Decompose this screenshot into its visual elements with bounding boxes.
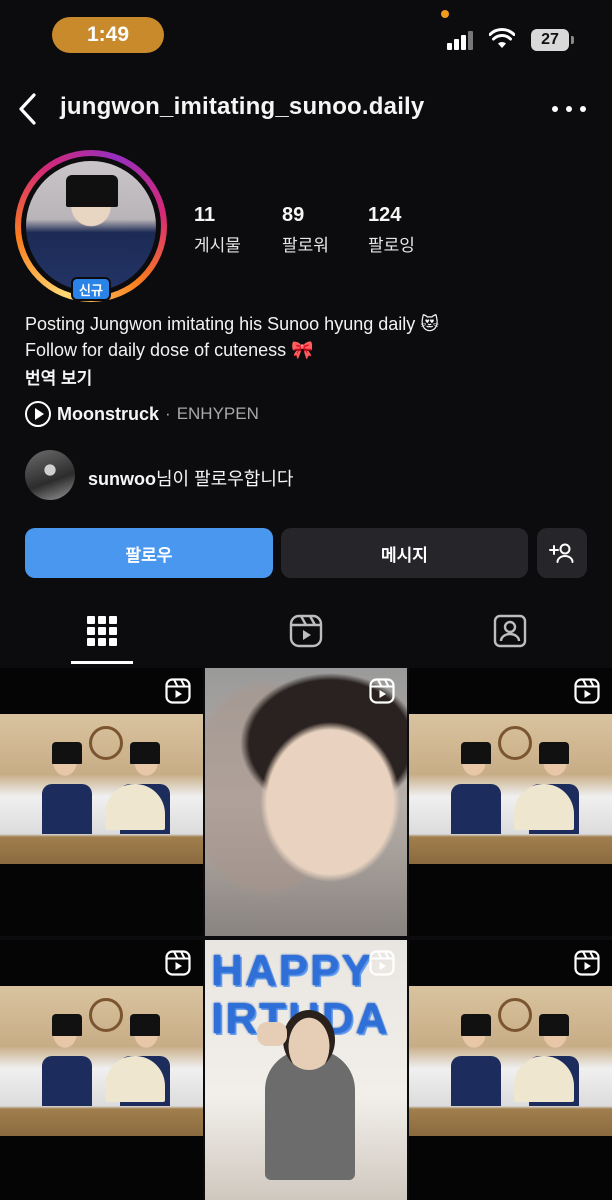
tab-grid[interactable] bbox=[72, 605, 132, 657]
followed-by-suffix: 님이 팔로우합니다 bbox=[156, 469, 294, 489]
tab-reels[interactable] bbox=[276, 605, 336, 657]
reel-icon bbox=[369, 678, 395, 704]
back-arrow-icon[interactable] bbox=[10, 90, 44, 128]
battery-tip bbox=[571, 36, 574, 44]
following-count[interactable]: 124 팔로잉 bbox=[368, 204, 415, 256]
tab-tagged[interactable] bbox=[480, 605, 540, 657]
suggested-accounts-button[interactable] bbox=[537, 528, 587, 578]
follow-button[interactable]: 팔로우 bbox=[25, 528, 273, 578]
birthday-balloon-text-1: HAPPY bbox=[211, 946, 373, 995]
profile-music[interactable]: Moonstruck · ENHYPEN bbox=[25, 400, 259, 428]
new-badge: 신규 bbox=[71, 277, 111, 301]
posts-count: 11 게시물 bbox=[194, 204, 241, 255]
play-icon bbox=[25, 401, 51, 427]
followers-count[interactable]: 89 팔로워 bbox=[282, 204, 329, 256]
reel-icon bbox=[574, 678, 600, 704]
active-tab-indicator bbox=[71, 661, 133, 664]
bio-line-1: Posting Jungwon imitating his Sunoo hyun… bbox=[25, 314, 440, 334]
battery-icon: 27 bbox=[531, 29, 569, 51]
reel-icon bbox=[369, 950, 395, 976]
grid-icon bbox=[87, 616, 117, 646]
post-thumbnail[interactable] bbox=[409, 940, 612, 1200]
add-person-icon bbox=[549, 543, 574, 563]
reel-icon bbox=[165, 678, 191, 704]
tagged-icon bbox=[493, 614, 527, 648]
post-thumbnail[interactable] bbox=[205, 668, 407, 936]
cellular-signal-icon bbox=[447, 30, 475, 50]
status-bar: 1:49 27 bbox=[0, 0, 612, 70]
song-separator: · bbox=[165, 404, 171, 423]
song-title: Moonstruck bbox=[57, 403, 160, 424]
reel-icon bbox=[165, 950, 191, 976]
posts-grid: HAPPY IRTHDA bbox=[0, 668, 612, 1200]
more-options-icon[interactable] bbox=[552, 95, 586, 123]
bio-line-2: Follow for daily dose of cuteness 🎀 bbox=[25, 340, 314, 360]
post-thumbnail[interactable]: HAPPY IRTHDA bbox=[205, 940, 407, 1200]
song-artist: ENHYPEN bbox=[176, 404, 259, 423]
reels-icon bbox=[289, 614, 323, 648]
post-thumbnail[interactable] bbox=[0, 668, 203, 936]
mutual-follower-name: sunwoo bbox=[88, 469, 156, 489]
followed-by-text[interactable]: sunwoo님이 팔로우합니다 bbox=[88, 465, 293, 491]
profile-avatar bbox=[26, 161, 156, 291]
mutual-follower-avatar[interactable] bbox=[25, 450, 75, 500]
privacy-indicator-dot bbox=[441, 10, 449, 18]
message-button[interactable]: 메시지 bbox=[281, 528, 528, 578]
post-thumbnail[interactable] bbox=[409, 668, 612, 936]
see-translation-link[interactable]: 번역 보기 bbox=[25, 364, 92, 389]
wifi-icon bbox=[489, 28, 515, 48]
status-time: 1:49 bbox=[52, 17, 164, 53]
reel-icon bbox=[574, 950, 600, 976]
post-thumbnail[interactable] bbox=[0, 940, 203, 1200]
profile-username: jungwon_imitating_sunoo.daily bbox=[60, 93, 425, 120]
